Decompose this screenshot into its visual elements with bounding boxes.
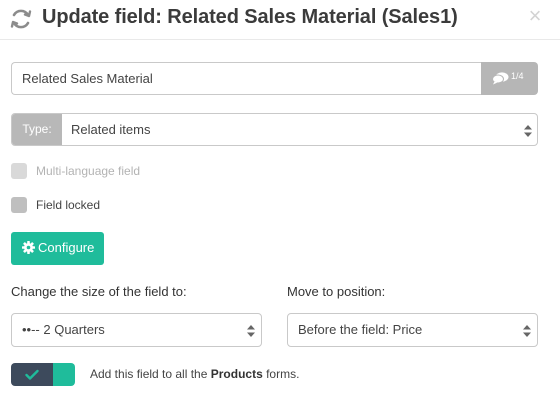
chat-bubbles-icon: [492, 71, 509, 85]
multi-language-checkbox[interactable]: [11, 163, 27, 179]
check-icon: [25, 368, 39, 380]
position-select[interactable]: Before the field: Price: [287, 313, 538, 347]
size-select[interactable]: ••-- 2 Quarters: [11, 313, 262, 347]
close-icon[interactable]: ×: [526, 5, 544, 27]
configure-label: Configure: [38, 240, 95, 255]
field-name-input[interactable]: [11, 62, 482, 95]
add-to-all-prefix: Add this field to all the: [90, 367, 211, 381]
updown-arrows-icon: [523, 324, 531, 337]
gear-icon: [22, 241, 35, 254]
add-to-all-forms-label: Add this field to all the Products forms…: [90, 367, 299, 381]
languages-count: 1/4: [511, 71, 524, 81]
languages-button[interactable]: 1/4: [481, 62, 538, 95]
add-to-all-suffix: forms.: [262, 367, 300, 381]
dialog-header: Update field: Related Sales Material (Sa…: [0, 0, 560, 40]
position-value: Before the field: Price: [298, 322, 423, 337]
add-to-all-forms-toggle[interactable]: [11, 363, 75, 386]
toggle-handle: [53, 363, 75, 386]
dialog-title: Update field: Related Sales Material (Sa…: [42, 6, 458, 28]
type-select[interactable]: Type: Related items: [11, 113, 538, 146]
size-label: Change the size of the field to:: [11, 284, 187, 299]
field-locked-label: Field locked: [36, 198, 101, 212]
add-to-all-entity: Products: [210, 367, 263, 381]
type-value: Related items: [71, 122, 151, 137]
position-label: Move to position:: [287, 284, 386, 299]
updown-arrows-icon: [524, 124, 532, 137]
field-locked-checkbox[interactable]: [11, 197, 27, 213]
type-label: Type:: [12, 114, 62, 145]
multi-language-label: Multi-language field: [36, 164, 141, 178]
updown-arrows-icon: [247, 324, 255, 337]
size-value: ••-- 2 Quarters: [22, 322, 105, 337]
refresh-icon: [9, 7, 33, 31]
configure-button[interactable]: Configure: [11, 232, 104, 265]
